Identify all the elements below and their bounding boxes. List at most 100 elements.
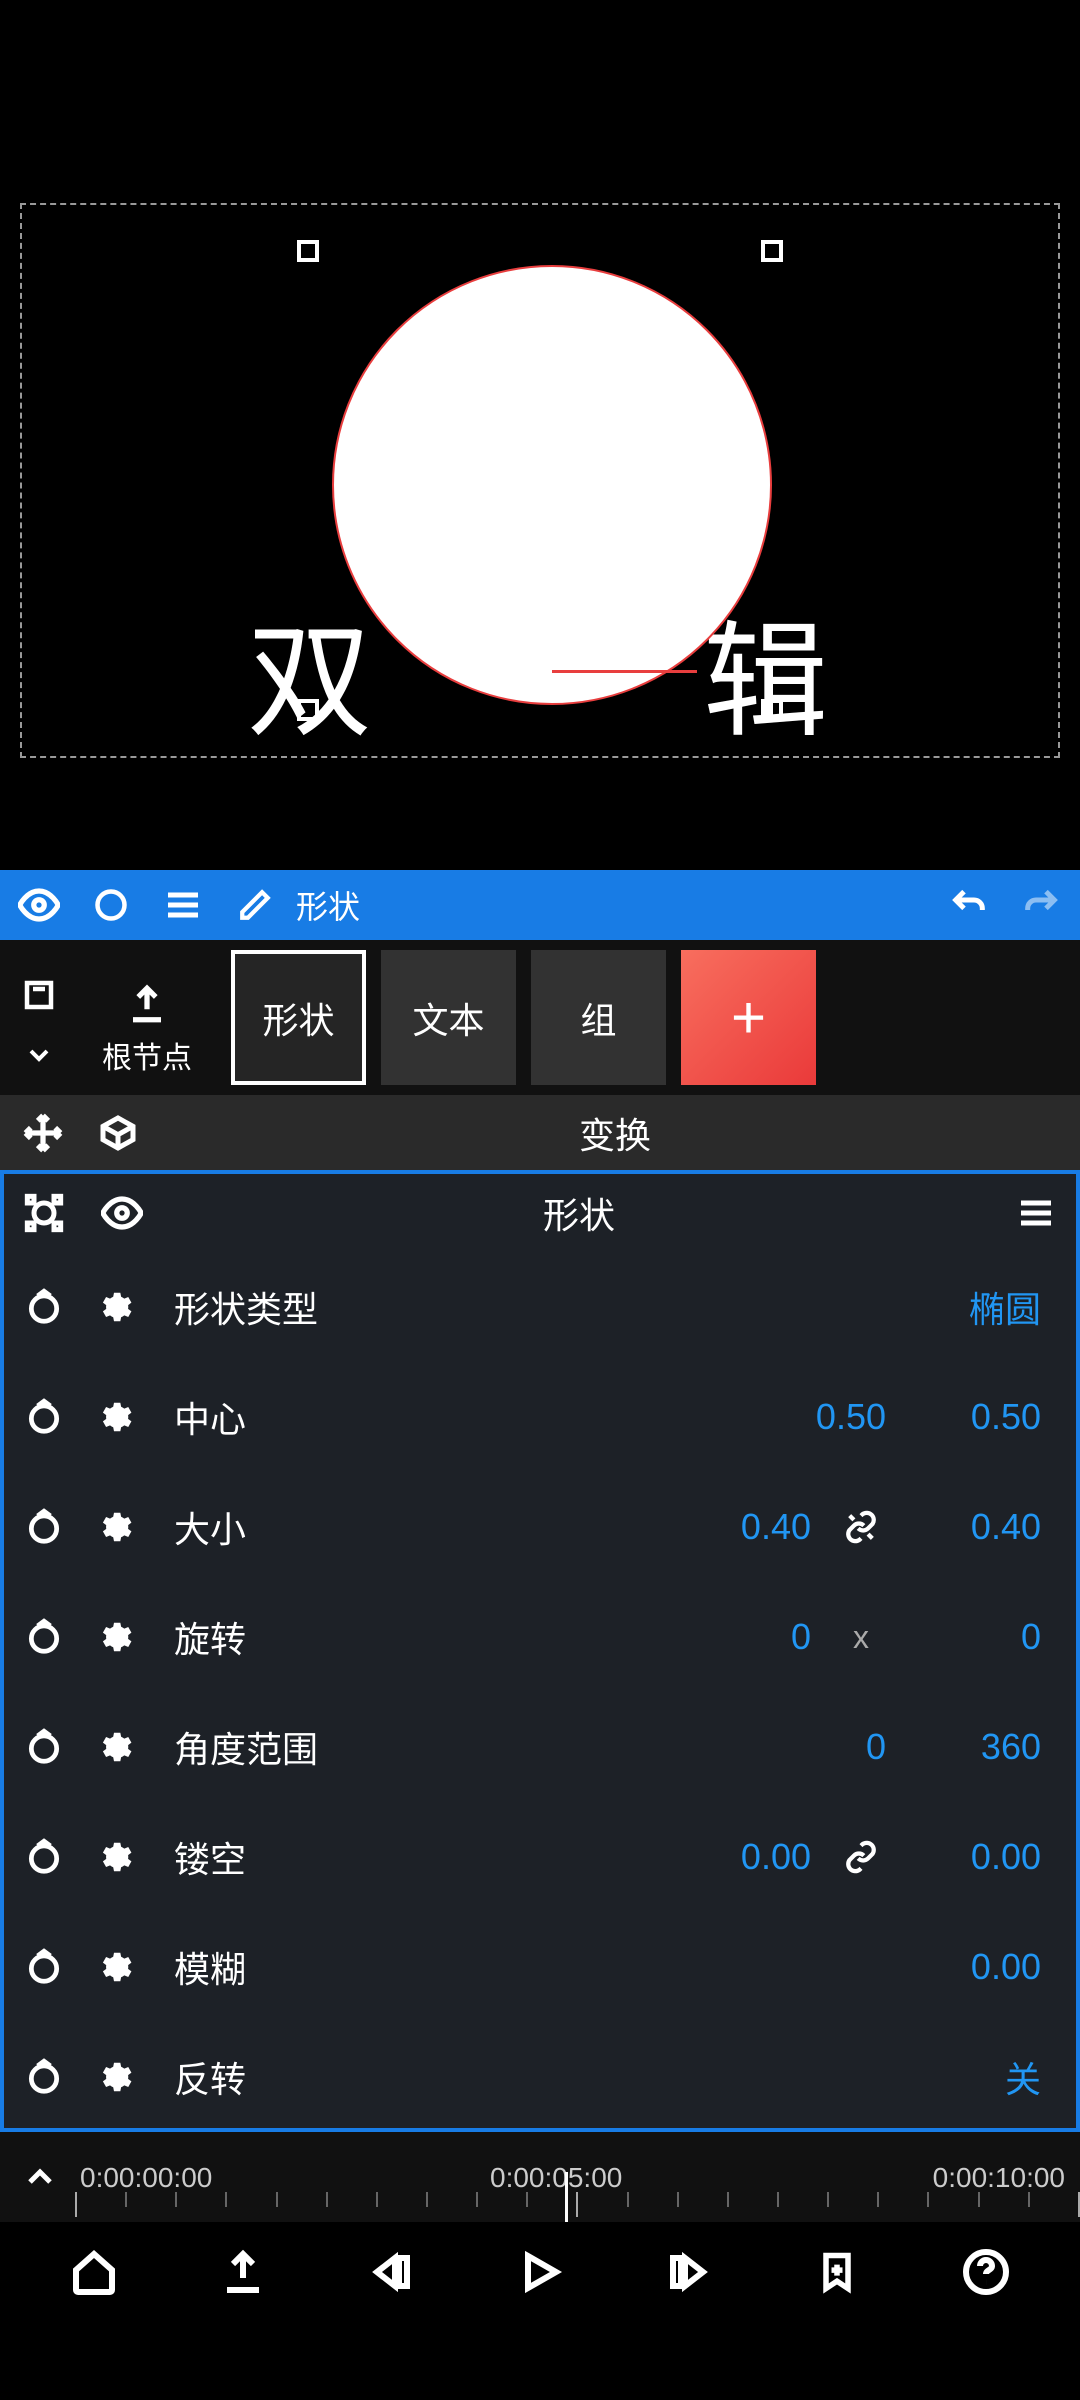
move-icon[interactable] xyxy=(18,1108,68,1158)
root-node-button[interactable]: 根节点 xyxy=(78,958,216,1077)
link-icon[interactable] xyxy=(836,1832,886,1882)
unlink-icon[interactable] xyxy=(836,1502,886,1552)
property-value-1[interactable]: 0.50 xyxy=(756,1396,886,1438)
play-icon[interactable] xyxy=(512,2245,567,2300)
property-label: 模糊 xyxy=(174,1941,444,1993)
timeline[interactable]: 0:00:00:00 0:00:05:00 0:00:10:00 xyxy=(0,2132,1080,2222)
canvas-text-left: 双 xyxy=(247,580,372,761)
property-value-1[interactable]: 椭圆 xyxy=(911,1281,1041,1333)
bookmark-icon[interactable] xyxy=(810,2245,865,2300)
stopwatch-icon[interactable] xyxy=(19,1832,69,1882)
property-row-4: 角度范围 0 360 xyxy=(4,1692,1076,1802)
stopwatch-icon[interactable] xyxy=(19,1612,69,1662)
prop-mid: x xyxy=(836,1619,886,1656)
step-forward-icon[interactable] xyxy=(661,2245,716,2300)
selection-handle-bl[interactable] xyxy=(297,699,319,721)
canvas-preview[interactable]: 双 辑 xyxy=(0,90,1080,870)
selection-handle-tl[interactable] xyxy=(297,240,319,262)
property-row-0: 形状类型 椭圆 xyxy=(4,1252,1076,1362)
expand-down-icon[interactable] xyxy=(14,1030,64,1080)
gear-icon[interactable] xyxy=(89,2052,139,2102)
property-value-1[interactable]: 0 xyxy=(681,1616,811,1658)
export-icon[interactable] xyxy=(215,2245,270,2300)
property-row-1: 中心 0.50 0.50 xyxy=(4,1362,1076,1472)
upload-icon xyxy=(126,983,168,1025)
visibility-icon[interactable] xyxy=(18,884,60,926)
shape-ellipse[interactable] xyxy=(332,265,772,705)
inspector-title: 形状 xyxy=(175,1187,983,1239)
gear-icon[interactable] xyxy=(89,1392,139,1442)
property-row-6: 模糊 0.00 xyxy=(4,1912,1076,2022)
status-bar xyxy=(0,0,1080,90)
circle-icon[interactable] xyxy=(90,884,132,926)
timecode-mid: 0:00:05:00 xyxy=(490,2162,622,2194)
property-value-2[interactable]: 0 xyxy=(911,1616,1041,1658)
property-label: 旋转 xyxy=(174,1611,444,1663)
stopwatch-icon[interactable] xyxy=(19,1392,69,1442)
gear-icon[interactable] xyxy=(89,1282,139,1332)
timeline-ticks xyxy=(75,2192,1080,2222)
property-row-5: 镂空 0.00 0.00 xyxy=(4,1802,1076,1912)
gear-icon[interactable] xyxy=(89,1612,139,1662)
redo-icon[interactable] xyxy=(1020,884,1062,926)
property-value-2[interactable]: 0.50 xyxy=(911,1396,1041,1438)
add-node-button[interactable]: + xyxy=(681,950,816,1085)
node-tab-group[interactable]: 组 xyxy=(531,950,666,1085)
node-tab-text[interactable]: 文本 xyxy=(381,950,516,1085)
bottom-toolbar xyxy=(0,2222,1080,2322)
property-row-7: 反转 关 xyxy=(4,2022,1076,2132)
home-icon[interactable] xyxy=(67,2245,122,2300)
eye-icon[interactable] xyxy=(97,1188,147,1238)
stopwatch-icon[interactable] xyxy=(19,2052,69,2102)
transform-bar: 变换 xyxy=(0,1095,1080,1170)
menu-icon[interactable] xyxy=(162,884,204,926)
property-label: 镂空 xyxy=(174,1831,444,1883)
gear-icon[interactable] xyxy=(89,1722,139,1772)
property-value-2[interactable]: 0.00 xyxy=(911,1836,1041,1878)
inspector-panel: 形状 形状类型椭圆中心0.500.50大小0.400.40旋转0x0角度范围03… xyxy=(0,1170,1080,2132)
timeline-expand-icon[interactable] xyxy=(15,2152,65,2202)
property-value-1[interactable]: 0.00 xyxy=(911,1946,1041,1988)
layers-icon[interactable] xyxy=(14,970,64,1020)
property-row-3: 旋转 0x0 xyxy=(4,1582,1076,1692)
gear-icon[interactable] xyxy=(89,1502,139,1552)
playhead[interactable] xyxy=(565,2172,568,2222)
cube-icon[interactable] xyxy=(93,1108,143,1158)
step-back-icon[interactable] xyxy=(364,2245,419,2300)
property-value-2[interactable]: 360 xyxy=(911,1726,1041,1768)
selection-handle-br[interactable] xyxy=(761,699,783,721)
selection-handle-tr[interactable] xyxy=(761,240,783,262)
help-icon[interactable] xyxy=(958,2245,1013,2300)
gear-icon[interactable] xyxy=(89,1942,139,1992)
timecode-end: 0:00:10:00 xyxy=(933,2162,1065,2194)
stopwatch-icon[interactable] xyxy=(19,1282,69,1332)
property-label: 中心 xyxy=(174,1391,444,1443)
property-label: 大小 xyxy=(174,1501,444,1553)
stopwatch-icon[interactable] xyxy=(19,1502,69,1552)
select-icon[interactable] xyxy=(19,1188,69,1238)
root-label: 根节点 xyxy=(102,1033,192,1077)
gear-icon[interactable] xyxy=(89,1832,139,1882)
shape-handle-line[interactable] xyxy=(552,670,697,673)
edit-icon[interactable] xyxy=(234,884,276,926)
top-toolbar: 形状 xyxy=(0,870,1080,940)
property-label: 角度范围 xyxy=(174,1721,444,1773)
nodes-bar: 根节点 形状 文本 组 + xyxy=(0,940,1080,1095)
property-value-1[interactable]: 0.00 xyxy=(681,1836,811,1878)
toolbar-mode-label: 形状 xyxy=(296,882,360,928)
stopwatch-icon[interactable] xyxy=(19,1942,69,1992)
property-value-1[interactable]: 0 xyxy=(756,1726,886,1768)
node-tab-shape[interactable]: 形状 xyxy=(231,950,366,1085)
property-value-2[interactable]: 0.40 xyxy=(911,1506,1041,1548)
timecode-start: 0:00:00:00 xyxy=(80,2162,212,2194)
transform-label: 变换 xyxy=(168,1107,1062,1159)
property-label: 形状类型 xyxy=(174,1281,444,1333)
property-value-1[interactable]: 0.40 xyxy=(681,1506,811,1548)
property-row-2: 大小 0.40 0.40 xyxy=(4,1472,1076,1582)
undo-icon[interactable] xyxy=(948,884,990,926)
canvas-frame[interactable]: 双 辑 xyxy=(20,203,1060,758)
property-value-1[interactable]: 关 xyxy=(911,2051,1041,2103)
property-label: 反转 xyxy=(174,2051,444,2103)
stopwatch-icon[interactable] xyxy=(19,1722,69,1772)
inspector-menu-icon[interactable] xyxy=(1011,1188,1061,1238)
